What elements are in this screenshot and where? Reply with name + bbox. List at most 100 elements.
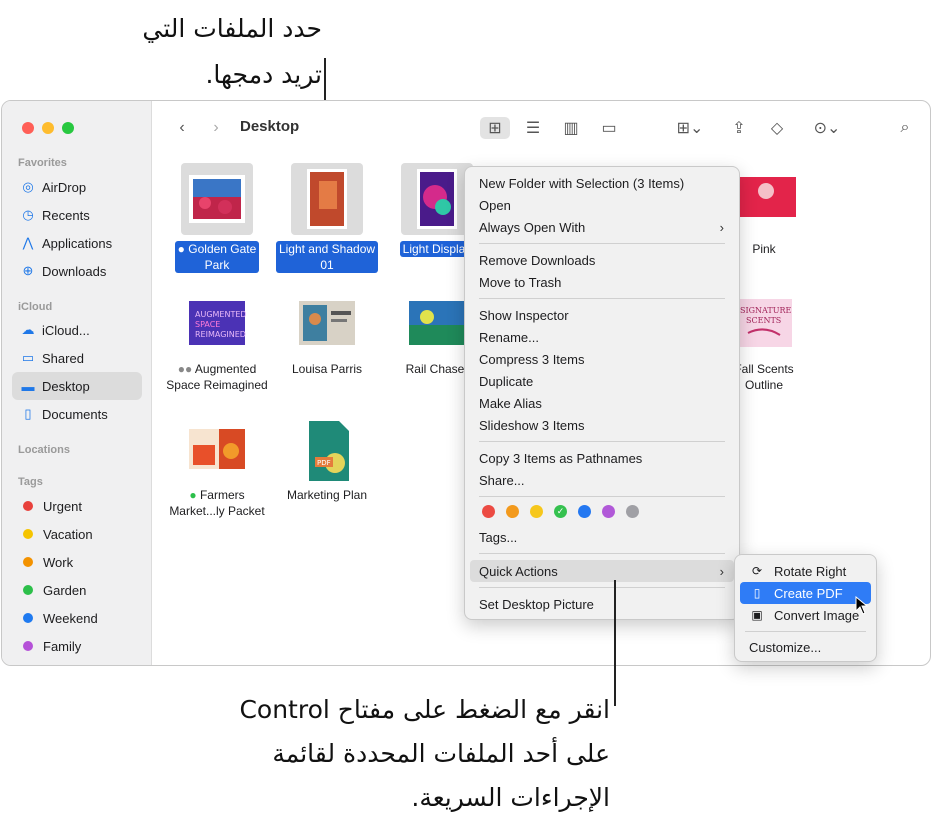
back-button[interactable]: ‹ bbox=[172, 117, 192, 139]
shared-folder-icon: ▭ bbox=[21, 350, 35, 365]
sidebar-item-applications[interactable]: ⋀ Applications bbox=[12, 229, 142, 257]
tag-yellow-dot[interactable] bbox=[530, 505, 543, 518]
menu-item-compress[interactable]: Compress 3 Items bbox=[470, 348, 734, 370]
sidebar-tag-weekend[interactable]: Weekend bbox=[12, 604, 142, 632]
sidebar-tag-garden[interactable]: Garden bbox=[12, 576, 142, 604]
sidebar-tag-work[interactable]: Work bbox=[12, 548, 142, 576]
menu-item-label: Rename... bbox=[479, 329, 539, 345]
bottom-callout-line-1: انقر مع الضغط على مفتاح Control bbox=[239, 695, 610, 724]
file-farmers-market-packet[interactable]: ● Farmers Market...ly Packet bbox=[162, 421, 272, 519]
file-name-line-2: 01 bbox=[320, 258, 334, 272]
file-name-line-2: Park bbox=[204, 258, 230, 272]
menu-item-move-to-trash[interactable]: Move to Trash bbox=[470, 271, 734, 293]
menu-item-tags[interactable]: Tags... bbox=[470, 526, 734, 548]
file-louisa-parris[interactable]: Louisa Parris bbox=[272, 295, 382, 377]
submenu-item-customize[interactable]: Customize... bbox=[740, 636, 871, 658]
svg-text:AUGMENTED: AUGMENTED bbox=[195, 310, 247, 319]
tag-orange-dot[interactable] bbox=[506, 505, 519, 518]
submenu-item-convert-image[interactable]: ▣ Convert Image bbox=[740, 604, 871, 626]
forward-button[interactable]: › bbox=[206, 117, 226, 139]
share-icon: ⇪ bbox=[732, 120, 746, 137]
column-view-button[interactable]: ▥ bbox=[556, 117, 586, 139]
submenu-item-rotate-right[interactable]: ⟳ Rotate Right bbox=[740, 560, 871, 582]
sidebar-item-label: Desktop bbox=[42, 378, 90, 394]
zoom-window-button[interactable] bbox=[62, 122, 74, 134]
menu-item-always-open-with[interactable]: Always Open With › bbox=[470, 216, 734, 238]
search-button[interactable]: ⌕ bbox=[894, 117, 916, 139]
sidebar-tag-urgent[interactable]: Urgent bbox=[12, 492, 142, 520]
sidebar-item-recents[interactable]: ◷ Recents bbox=[12, 201, 142, 229]
sidebar-item-icloud-drive[interactable]: ☁ iCloud... bbox=[12, 316, 142, 344]
menu-item-set-desktop-picture[interactable]: Set Desktop Picture bbox=[470, 593, 734, 615]
svg-text:PDF: PDF bbox=[317, 459, 331, 467]
file-name-line-1: Golden Gate bbox=[188, 242, 257, 256]
action-menu-button[interactable]: ⊙⌄ bbox=[808, 117, 846, 139]
sidebar-item-downloads[interactable]: ⊕ Downloads bbox=[12, 257, 142, 285]
menu-item-label: Slideshow 3 Items bbox=[479, 417, 585, 433]
menu-item-copy-as-pathnames[interactable]: Copy 3 Items as Pathnames bbox=[470, 447, 734, 469]
favorites-section-label: Favorites bbox=[18, 157, 67, 169]
tag-purple-dot[interactable] bbox=[602, 505, 615, 518]
chevron-right-icon: › bbox=[719, 219, 724, 235]
sidebar-tag-vacation[interactable]: Vacation bbox=[12, 520, 142, 548]
mouse-pointer-icon bbox=[855, 596, 869, 615]
share-button[interactable]: ⇪ bbox=[728, 117, 750, 139]
sidebar-item-documents[interactable]: ▯ Documents bbox=[12, 400, 142, 428]
gallery-view-button[interactable]: ▭ bbox=[594, 117, 624, 139]
tag-red-dot[interactable] bbox=[482, 505, 495, 518]
sidebar-item-airdrop[interactable]: ◎ AirDrop bbox=[12, 173, 142, 201]
menu-item-label: New Folder with Selection (3 Items) bbox=[479, 175, 685, 191]
bottom-callout-line-2: على أحد الملفات المحددة لقائمة bbox=[272, 739, 610, 768]
file-light-and-shadow-01[interactable]: Light and Shadow 01 bbox=[272, 163, 382, 273]
menu-item-rename[interactable]: Rename... bbox=[470, 326, 734, 348]
menu-item-show-inspector[interactable]: Show Inspector bbox=[470, 304, 734, 326]
top-callout: حدد الملفات التي تريد دمجها. bbox=[110, 6, 322, 98]
image-icon: ▣ bbox=[751, 608, 763, 622]
menu-separator bbox=[479, 298, 725, 299]
file-marketing-plan[interactable]: PDF Marketing Plan bbox=[272, 421, 382, 503]
menu-item-label: Set Desktop Picture bbox=[479, 596, 594, 612]
tag-color-dot bbox=[23, 641, 33, 651]
menu-item-make-alias[interactable]: Make Alias bbox=[470, 392, 734, 414]
sidebar-item-label: Recents bbox=[42, 207, 90, 223]
menu-item-label: Show Inspector bbox=[479, 307, 569, 323]
ellipsis-circle-icon: ⊙⌄ bbox=[813, 120, 841, 137]
clock-icon: ◷ bbox=[22, 207, 34, 222]
sidebar-item-desktop[interactable]: ▬ Desktop bbox=[12, 372, 142, 400]
submenu-item-create-pdf[interactable]: ▯ Create PDF bbox=[740, 582, 871, 604]
menu-item-slideshow[interactable]: Slideshow 3 Items bbox=[470, 414, 734, 436]
list-icon: ☰ bbox=[525, 120, 541, 137]
menu-item-share[interactable]: Share... bbox=[470, 469, 734, 491]
menu-separator bbox=[479, 553, 725, 554]
tag-green-dot[interactable]: ✓ bbox=[554, 505, 567, 518]
menu-item-duplicate[interactable]: Duplicate bbox=[470, 370, 734, 392]
gallery-icon: ▭ bbox=[601, 120, 617, 137]
chevron-right-icon: › bbox=[213, 119, 219, 136]
sidebar-item-shared[interactable]: ▭ Shared bbox=[12, 344, 142, 372]
file-name-line-2: Outline bbox=[744, 378, 784, 392]
svg-text:SPACE: SPACE bbox=[195, 320, 220, 329]
file-name-line-2: Space Reimagined bbox=[166, 378, 268, 392]
tag-gray-dot[interactable] bbox=[626, 505, 639, 518]
menu-item-quick-actions[interactable]: Quick Actions › bbox=[470, 560, 734, 582]
tag-blue-dot[interactable] bbox=[578, 505, 591, 518]
menu-item-new-folder-with-selection[interactable]: New Folder with Selection (3 Items) bbox=[470, 172, 734, 194]
sidebar-tag-family[interactable]: Family bbox=[12, 632, 142, 660]
menu-item-open[interactable]: Open bbox=[470, 194, 734, 216]
file-golden-gate-park[interactable]: ● Golden Gate Park bbox=[162, 163, 272, 273]
list-view-button[interactable]: ☰ bbox=[518, 117, 548, 139]
minimize-window-button[interactable] bbox=[42, 122, 54, 134]
menu-item-remove-downloads[interactable]: Remove Downloads bbox=[470, 249, 734, 271]
menu-item-label: Tags... bbox=[479, 529, 518, 545]
tag-button[interactable]: ◇ bbox=[766, 117, 788, 139]
file-name-line-1: Fall Scents bbox=[734, 362, 794, 376]
file-name-label: Light and Shadow 01 bbox=[275, 241, 379, 273]
sidebar-item-label: Downloads bbox=[42, 263, 107, 279]
icon-view-button[interactable]: ⊞ bbox=[480, 117, 510, 139]
file-name-line-1: Augmented bbox=[194, 362, 257, 376]
file-augmented-space-reimagined[interactable]: AUGMENTED SPACE REIMAGINED ●● Augmented Spa… bbox=[162, 295, 272, 393]
group-button[interactable]: ⊞⌄ bbox=[670, 117, 710, 139]
sidebar-item-label: iCloud... bbox=[42, 322, 90, 338]
top-callout-line-2: تريد دمجها. bbox=[205, 60, 322, 89]
close-window-button[interactable] bbox=[22, 122, 34, 134]
